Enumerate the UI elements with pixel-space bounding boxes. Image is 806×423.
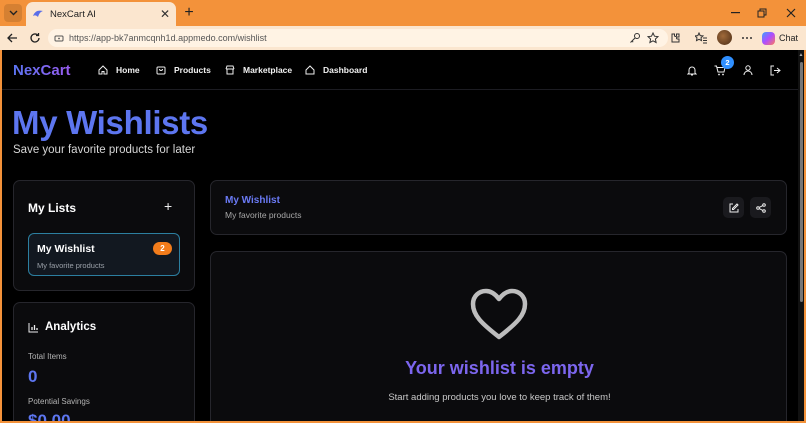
brand-logo[interactable]: NexCart bbox=[13, 62, 71, 79]
extensions-icon[interactable] bbox=[668, 31, 682, 45]
edit-icon bbox=[729, 202, 739, 212]
heart-icon bbox=[470, 288, 528, 340]
analytics-title: Analytics bbox=[45, 321, 97, 333]
list-item-description: My favorite products bbox=[37, 261, 105, 270]
share-wishlist-button[interactable] bbox=[750, 197, 771, 218]
site-navbar: NexCart Home Products Marketplace Dashbo… bbox=[2, 50, 798, 90]
nav-dashboard-label: Dashboard bbox=[323, 65, 368, 75]
page-content: NexCart Home Products Marketplace Dashbo… bbox=[2, 50, 804, 421]
address-bar[interactable]: https://app-bk7anmcqnh1d.appmedo.com/wis… bbox=[48, 29, 668, 47]
bar-chart-icon bbox=[28, 322, 38, 332]
analytics-card: Analytics Total Items 0 Potential Saving… bbox=[13, 302, 195, 421]
nav-home[interactable]: Home bbox=[98, 65, 140, 75]
add-list-button[interactable]: + bbox=[164, 198, 172, 214]
browser-toolbar: https://app-bk7anmcqnh1d.appmedo.com/wis… bbox=[0, 26, 806, 50]
share-icon bbox=[755, 202, 766, 213]
nav-dashboard[interactable]: Dashboard bbox=[305, 65, 367, 75]
total-items-label: Total Items bbox=[28, 352, 67, 361]
nav-home-label: Home bbox=[116, 65, 140, 75]
close-window-icon[interactable] bbox=[784, 6, 798, 20]
favorite-star-icon[interactable] bbox=[646, 31, 660, 45]
analytics-heading: Analytics bbox=[28, 321, 96, 333]
page-subtitle: Save your favorite products for later bbox=[13, 144, 196, 156]
store-icon bbox=[225, 65, 235, 75]
nav-products[interactable]: Products bbox=[156, 65, 211, 75]
list-item[interactable]: My Wishlist My favorite products 2 bbox=[28, 233, 180, 276]
site-info-icon[interactable] bbox=[54, 33, 64, 43]
bell-icon[interactable] bbox=[686, 64, 698, 76]
wishlist-header-card: My Wishlist My favorite products bbox=[210, 180, 787, 235]
nav-marketplace-label: Marketplace bbox=[243, 65, 293, 75]
cart-count-badge: 2 bbox=[721, 56, 734, 69]
more-options-icon[interactable] bbox=[740, 31, 754, 45]
total-items-value: 0 bbox=[28, 367, 38, 386]
url-text: https://app-bk7anmcqnh1d.appmedo.com/wis… bbox=[69, 33, 267, 43]
profile-avatar[interactable] bbox=[717, 30, 732, 45]
tab-list-button[interactable] bbox=[4, 4, 22, 22]
tab-close-icon[interactable]: ✕ bbox=[160, 7, 170, 21]
key-icon[interactable] bbox=[628, 31, 642, 45]
my-lists-card: My Lists + My Wishlist My favorite produ… bbox=[13, 180, 195, 291]
back-icon[interactable] bbox=[5, 31, 19, 45]
home-icon bbox=[98, 65, 108, 75]
wishlist-name: My Wishlist bbox=[225, 195, 280, 206]
shopping-bag-icon bbox=[156, 66, 166, 75]
copilot-chat-button[interactable]: Chat bbox=[762, 30, 798, 46]
browser-tab-bar: NexCart AI ✕ + bbox=[0, 0, 806, 26]
dashboard-home-icon bbox=[305, 65, 315, 75]
user-icon[interactable] bbox=[742, 64, 754, 76]
nav-products-label: Products bbox=[174, 65, 211, 75]
restore-icon[interactable] bbox=[755, 6, 769, 20]
new-tab-button[interactable]: + bbox=[181, 5, 197, 21]
tab-title: NexCart AI bbox=[50, 8, 96, 20]
empty-state-subtitle: Start adding products you love to keep t… bbox=[388, 392, 611, 403]
potential-savings-value: $0.00 bbox=[28, 411, 71, 421]
minimize-icon[interactable] bbox=[728, 6, 742, 20]
browser-tab[interactable]: NexCart AI ✕ bbox=[26, 2, 176, 26]
list-item-name: My Wishlist bbox=[37, 243, 95, 255]
edit-wishlist-button[interactable] bbox=[723, 197, 744, 218]
scroll-up-arrow-icon[interactable]: ▲ bbox=[798, 52, 804, 58]
refresh-icon[interactable] bbox=[28, 31, 42, 45]
page-scrollbar[interactable]: ▲ bbox=[798, 50, 804, 421]
wishlist-description: My favorite products bbox=[225, 210, 302, 220]
list-item-count-badge: 2 bbox=[153, 242, 172, 255]
potential-savings-label: Potential Savings bbox=[28, 397, 90, 406]
chat-label: Chat bbox=[779, 33, 799, 43]
page-title: My Wishlists bbox=[12, 104, 208, 141]
my-lists-heading: My Lists bbox=[28, 201, 77, 215]
nav-marketplace[interactable]: Marketplace bbox=[225, 65, 292, 75]
empty-state-title: Your wishlist is empty bbox=[405, 358, 594, 378]
favicon-icon bbox=[33, 10, 43, 17]
copilot-icon bbox=[762, 31, 775, 45]
logout-icon[interactable] bbox=[769, 64, 781, 76]
scrollbar-thumb[interactable] bbox=[800, 62, 803, 302]
empty-state-card: Your wishlist is empty Start adding prod… bbox=[210, 251, 787, 421]
collections-icon[interactable] bbox=[694, 31, 708, 45]
